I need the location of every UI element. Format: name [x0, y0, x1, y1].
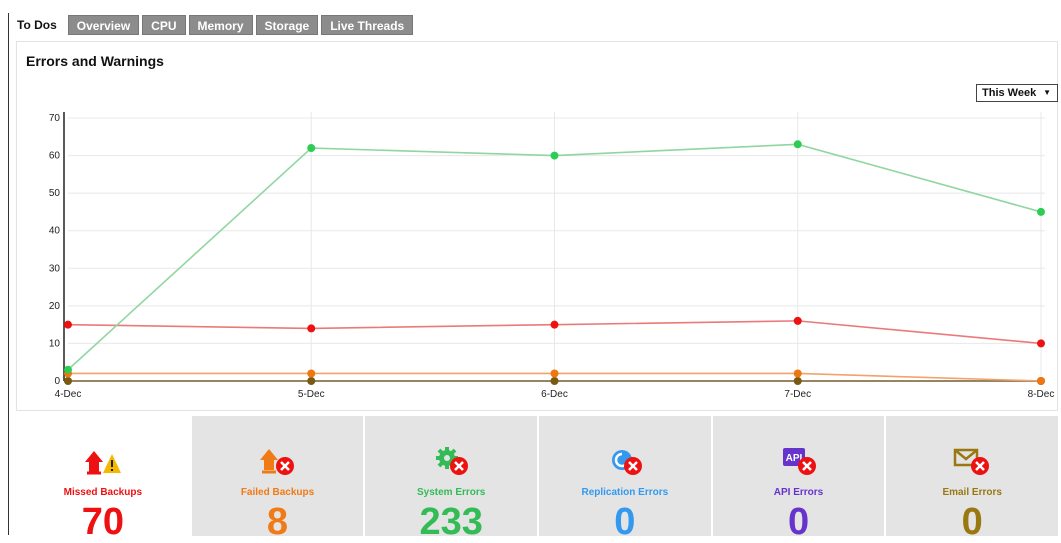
stat-card-email-errors[interactable]: Email Errors 0 — [886, 416, 1061, 542]
system-error-icon — [436, 447, 469, 475]
stat-cards: Missed Backups 70 Failed Backups 8 Syste… — [16, 416, 1061, 542]
data-point — [550, 377, 559, 385]
data-point — [793, 316, 802, 325]
y-tick-label: 50 — [49, 188, 61, 199]
stat-label: API Errors — [773, 487, 824, 498]
stat-label: System Errors — [416, 487, 486, 498]
y-tick-label: 0 — [54, 376, 60, 387]
stat-count: 8 — [266, 501, 289, 543]
data-point — [307, 377, 316, 385]
api-error-icon: API — [782, 448, 816, 475]
replication-error-icon — [611, 450, 642, 475]
data-point — [307, 144, 316, 153]
data-point — [550, 151, 559, 160]
y-tick-label: 30 — [49, 263, 61, 274]
y-tick-label: 70 — [49, 113, 61, 124]
tab-cpu[interactable]: CPU — [142, 15, 186, 35]
data-point — [64, 320, 72, 329]
data-point — [1037, 339, 1045, 348]
tab-memory[interactable]: Memory — [188, 15, 253, 35]
failed-backup-icon — [260, 449, 295, 475]
stat-count: 70 — [81, 501, 124, 543]
missed-backup-icon — [84, 451, 121, 475]
tab-live-threads[interactable]: Live Threads — [321, 15, 414, 35]
errors-warnings-panel: Errors and Warnings This Week ▼ 0 10 20 30 4… — [16, 41, 1058, 411]
stat-count: 0 — [787, 501, 810, 543]
x-tick-label: 4-Dec — [55, 389, 82, 400]
y-tick-label: 20 — [49, 301, 61, 312]
data-point — [64, 365, 72, 374]
y-tick-label: 40 — [49, 226, 61, 237]
data-point — [307, 324, 316, 333]
data-point — [64, 377, 72, 385]
data-point — [1037, 377, 1045, 385]
data-point — [793, 140, 802, 149]
stat-label: Replication Errors — [581, 487, 669, 498]
y-tick-label: 60 — [49, 151, 61, 162]
y-tick-label: 10 — [49, 338, 61, 349]
tab-bar: To Dos Overview CPU Memory Storage Live … — [9, 13, 414, 35]
stat-count: 0 — [614, 501, 636, 543]
x-tick-label: 6-Dec — [541, 389, 568, 400]
x-tick-label: 5-Dec — [298, 389, 325, 400]
data-point — [307, 369, 316, 378]
data-point — [550, 320, 559, 329]
stat-label: Missed Backups — [63, 487, 143, 498]
stat-label: Email Errors — [942, 487, 1002, 498]
data-point — [793, 377, 802, 385]
x-tick-label: 8-Dec — [1028, 389, 1055, 400]
stat-count: 233 — [419, 501, 483, 543]
stat-card-api-errors[interactable]: API API Errors 0 — [712, 416, 887, 542]
errors-line-chart: 0 10 20 30 40 50 60 70 4-Dec 5-Dec 6-Dec 7-Dec 8-Dec — [49, 112, 1055, 400]
tab-storage[interactable]: Storage — [255, 15, 319, 35]
stat-count: 0 — [961, 501, 983, 543]
data-point — [1037, 207, 1045, 216]
dashboard-frame: To Dos Overview CPU Memory Storage Live … — [8, 13, 1061, 542]
data-point — [550, 369, 559, 378]
email-error-icon — [953, 448, 990, 475]
stat-card-failed-backups[interactable]: Failed Backups 8 — [191, 416, 366, 542]
tab-to-dos[interactable]: To Dos — [11, 15, 65, 35]
tab-overview[interactable]: Overview — [67, 15, 140, 35]
stat-card-replication-errors[interactable]: Replication Errors 0 — [539, 416, 713, 542]
data-point — [793, 369, 802, 378]
stat-label: Failed Backups — [240, 487, 315, 498]
stat-card-missed-backups[interactable]: Missed Backups 70 — [16, 416, 192, 542]
x-tick-label: 7-Dec — [784, 389, 811, 400]
stat-card-system-errors[interactable]: System Errors 233 — [365, 416, 539, 542]
